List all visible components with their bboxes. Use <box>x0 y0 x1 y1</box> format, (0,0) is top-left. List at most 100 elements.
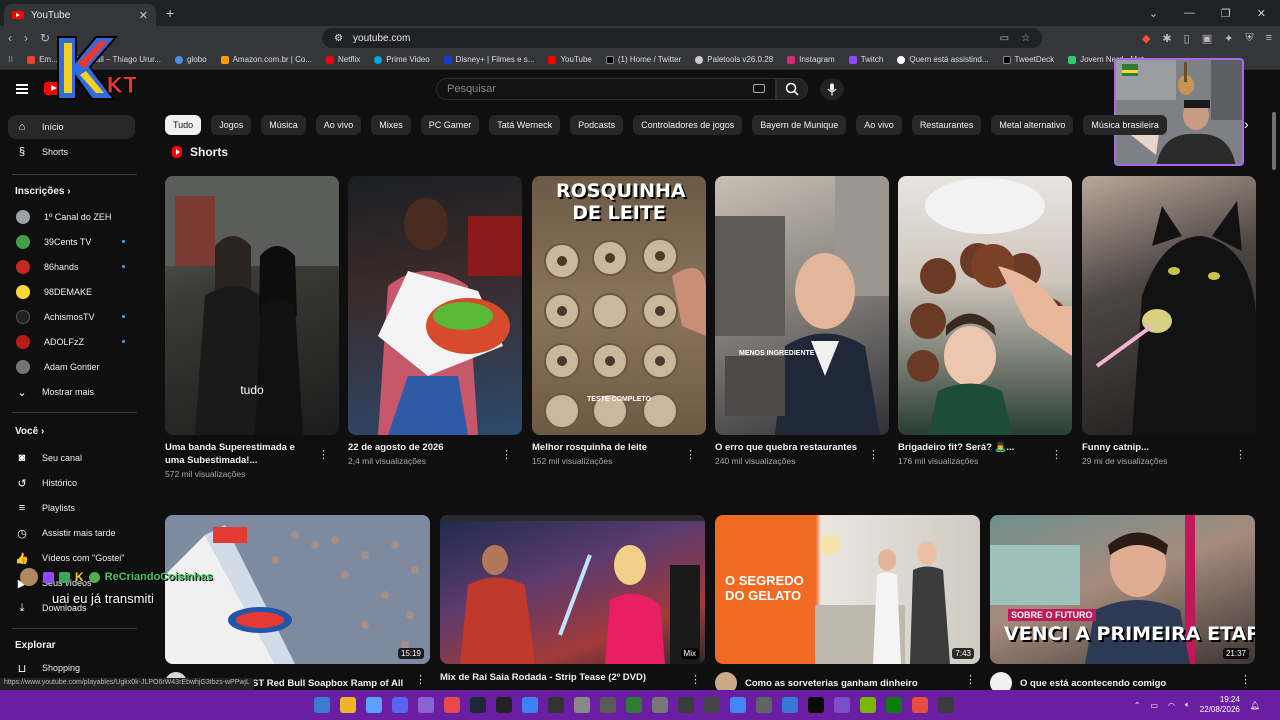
video-thumbnail[interactable]: 15:19 <box>165 515 430 664</box>
you-heading[interactable]: Você › <box>15 426 44 437</box>
menu-icon[interactable]: ≡ <box>1266 32 1272 45</box>
short-card[interactable]: tudo Uma banda Superestimada e uma Subes… <box>165 176 339 479</box>
bookmark-item[interactable]: Netflix <box>326 55 360 64</box>
site-info-icon[interactable]: ⚙ <box>334 33 343 44</box>
filter-chip[interactable]: Tatá Werneck <box>489 115 561 135</box>
taskbar-app-icon[interactable] <box>756 697 772 713</box>
video-card[interactable]: Mix Mix de Raí Saia Rodada - Strip Tease… <box>440 515 705 686</box>
more-actions-icon[interactable]: ⋮ <box>690 673 701 686</box>
tray-overflow-icon[interactable]: ⌃ <box>1134 701 1141 710</box>
taskbar-app-icon[interactable] <box>574 697 590 713</box>
more-actions-icon[interactable]: ⋮ <box>1235 448 1246 461</box>
taskbar-app-icon[interactable] <box>444 697 460 713</box>
apps-icon[interactable]: ⁝⁝ <box>8 55 13 64</box>
taskbar-app-icon[interactable] <box>600 697 616 713</box>
wallet-icon[interactable]: ▣ <box>1202 32 1212 45</box>
sidebar-item-liked-videos[interactable]: 👍 Vídeos com "Gostei" <box>8 546 135 570</box>
taskbar-app-icon[interactable] <box>652 697 668 713</box>
chip-all[interactable]: Tudo <box>165 115 202 135</box>
vpn-icon[interactable]: ⛨ <box>1245 32 1253 45</box>
sidebar-subscription-item[interactable]: 98DEMAKE <box>8 280 135 304</box>
guide-menu-icon[interactable] <box>16 84 28 94</box>
filter-chip[interactable]: PC Gamer <box>420 115 480 135</box>
more-actions-icon[interactable]: ⋮ <box>685 448 696 461</box>
forward-icon[interactable]: › <box>24 31 28 45</box>
bookmark-item[interactable]: YouTube <box>548 55 592 64</box>
sidebar-icon[interactable]: ▯ <box>1184 32 1190 45</box>
short-thumbnail[interactable]: ROSQUINHA DE LEITE TESTE COMPLETO <box>532 176 706 435</box>
bookmark-item[interactable]: Disney+ | Filmes e s... <box>443 55 534 64</box>
sidebar-subscription-item[interactable]: Adam Gontier <box>8 355 135 379</box>
back-icon[interactable]: ‹ <box>8 31 12 45</box>
sidebar-subscription-item[interactable]: 39Cents TV <box>8 230 135 254</box>
leo-icon[interactable]: ✦ <box>1224 32 1233 45</box>
bookmark-item[interactable]: Quem está assistind... <box>897 55 989 64</box>
notification-bell-icon[interactable]: 🔔︎ <box>1250 701 1260 710</box>
chips-next-icon[interactable]: › <box>1244 116 1249 132</box>
short-thumbnail[interactable] <box>1082 176 1256 435</box>
sidebar-subscription-item[interactable]: 86hands <box>8 255 135 279</box>
more-actions-icon[interactable]: ⋮ <box>965 673 976 686</box>
sidebar-item-shopping[interactable]: ⊔ Shopping <box>8 656 135 680</box>
short-title[interactable]: O erro que quebra restaurantes <box>715 441 865 454</box>
minimize-icon[interactable]: — <box>1184 7 1195 20</box>
video-thumbnail[interactable]: SOBRE O FUTURO VENCI A PRIMEIRA ETAPA 21… <box>990 515 1255 664</box>
wifi-icon[interactable]: ◠ <box>1168 701 1175 710</box>
sidebar-item-home[interactable]: ⌂ Início <box>8 115 135 139</box>
filter-chip[interactable]: Ao vivo <box>856 115 902 135</box>
taskbar-app-icon[interactable] <box>678 697 694 713</box>
search-input[interactable]: Pesquisar <box>436 78 776 100</box>
taskbar-app-icon[interactable] <box>886 697 902 713</box>
filter-chip[interactable]: Música brasileira <box>1083 115 1167 135</box>
keyboard-icon[interactable] <box>753 84 765 93</box>
short-title[interactable]: 22 de agosto de 2026 <box>348 441 498 454</box>
filter-chip[interactable]: Ao vivo <box>315 115 362 135</box>
filter-chip[interactable]: Controladores de jogos <box>633 115 743 135</box>
address-bar[interactable]: ⚙ youtube.com ▭ ☆ <box>322 28 1043 48</box>
bookmark-item[interactable]: Em... <box>27 55 58 64</box>
tab-youtube[interactable]: YouTube ✕ <box>4 4 156 26</box>
more-actions-icon[interactable]: ⋮ <box>415 673 426 686</box>
taskbar-app-icon[interactable] <box>366 697 382 713</box>
taskbar-app-icon[interactable] <box>938 697 954 713</box>
bookmark-item[interactable]: Twitch <box>848 55 883 64</box>
bookmark-icon[interactable]: ☆ <box>1021 33 1030 44</box>
sidebar-item-shorts[interactable]: § Shorts <box>8 140 135 164</box>
voice-search-button[interactable] <box>820 78 844 100</box>
taskbar-app-icon[interactable] <box>392 697 408 713</box>
short-thumbnail[interactable] <box>348 176 522 435</box>
taskbar-app-icon[interactable] <box>496 697 512 713</box>
video-card[interactable]: O SEGREDO DO GELATO 7:43 Como as sorvete… <box>715 515 980 694</box>
sidebar-item-playlists[interactable]: ≡ Playlists <box>8 496 135 520</box>
sidebar-subscription-item[interactable]: AchismosTV <box>8 305 135 329</box>
more-actions-icon[interactable]: ⋮ <box>318 448 329 461</box>
filter-chip[interactable]: Podcasts <box>570 115 624 135</box>
network-icon[interactable]: ▭ <box>1150 701 1158 710</box>
more-actions-icon[interactable]: ⋮ <box>501 448 512 461</box>
short-thumbnail[interactable] <box>898 176 1072 435</box>
tab-search-icon[interactable]: ⌄ <box>1149 7 1158 20</box>
video-thumbnail[interactable]: O SEGREDO DO GELATO 7:43 <box>715 515 980 664</box>
taskbar-app-icon[interactable] <box>522 697 538 713</box>
close-window-icon[interactable]: ✕ <box>1257 7 1266 20</box>
page-scrollbar[interactable] <box>1272 112 1276 170</box>
short-card[interactable]: 22 de agosto de 2026 2,4 mil visualizaçõ… <box>348 176 522 466</box>
video-card[interactable]: SOBRE O FUTURO VENCI A PRIMEIRA ETAPA 21… <box>990 515 1255 694</box>
more-actions-icon[interactable]: ⋮ <box>1240 673 1251 686</box>
close-tab-icon[interactable]: ✕ <box>139 9 148 22</box>
taskbar-app-icon[interactable] <box>808 697 824 713</box>
extensions-icon[interactable]: ✱ <box>1162 32 1171 45</box>
short-card[interactable]: Funny catnip... 29 mi de visualizações ⋮ <box>1082 176 1256 466</box>
bookmark-item[interactable]: Instagram <box>787 55 835 64</box>
taskbar-app-icon[interactable] <box>548 697 564 713</box>
more-actions-icon[interactable]: ⋮ <box>868 448 879 461</box>
short-title[interactable]: Melhor rosquinha de leite <box>532 441 682 454</box>
bookmark-item[interactable]: globo <box>174 55 207 64</box>
short-card[interactable]: ROSQUINHA DE LEITE TESTE COMPLETO Melhor… <box>532 176 706 466</box>
maximize-icon[interactable]: ❐ <box>1221 7 1231 20</box>
windows-start-icon[interactable] <box>314 697 330 713</box>
more-actions-icon[interactable]: ⋮ <box>1051 448 1062 461</box>
filter-chip[interactable]: Restaurantes <box>911 115 982 135</box>
bookmark-item[interactable]: Amazon.com.br | Co... <box>220 55 312 64</box>
short-thumbnail[interactable]: MENOS INGREDIENTE + <box>715 176 889 435</box>
